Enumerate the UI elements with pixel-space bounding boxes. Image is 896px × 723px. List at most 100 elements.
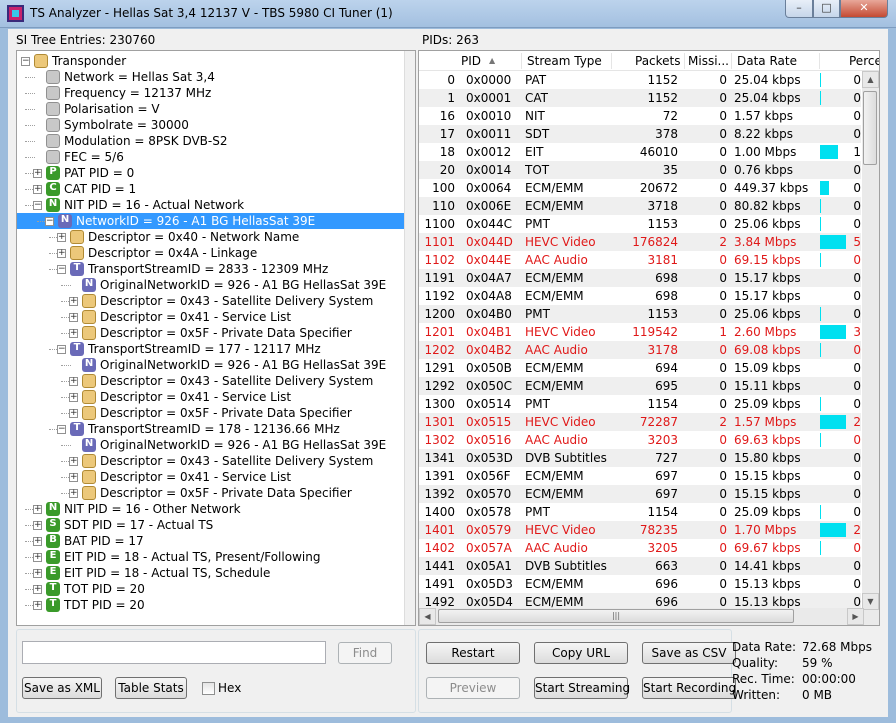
pid-row[interactable]: 1292 0x050C ECM/EMM 695 0 15.11 kbps 0: [419, 377, 861, 395]
tree-node[interactable]: + Descriptor = 0x40 - Network Name: [17, 229, 405, 245]
pid-row[interactable]: 1302 0x0516 AAC Audio 3203 0 69.63 kbps 0: [419, 431, 861, 449]
si-tree[interactable]: − Transponder Network = Hellas Sat 3,4 Freq…: [16, 50, 416, 626]
tree-node[interactable]: Frequency = 12137 MHz: [17, 85, 405, 101]
pid-row[interactable]: 1201 0x04B1 HEVC Video 119542 1 2.60 Mbps 3: [419, 323, 861, 341]
expand-icon[interactable]: +: [69, 393, 78, 402]
column-header-stream-type[interactable]: Stream Type: [527, 54, 602, 68]
expand-icon[interactable]: +: [69, 297, 78, 306]
tree-node[interactable]: − T TransportStreamID = 178 - 12136.66 MHz: [17, 421, 405, 437]
column-header-data-rate[interactable]: Data Rate: [737, 54, 797, 68]
start-streaming-button[interactable]: Start Streaming: [534, 677, 630, 699]
tree-node[interactable]: Polarisation = V: [17, 101, 405, 117]
tree-node[interactable]: − N NIT PID = 16 - Actual Network: [17, 197, 405, 213]
tree-node[interactable]: + Descriptor = 0x5F - Private Data Specif…: [17, 325, 405, 341]
pid-row[interactable]: 110 0x006E ECM/EMM 3718 0 80.82 kbps 0: [419, 197, 861, 215]
pid-row[interactable]: 1441 0x05A1 DVB Subtitles 663 0 14.41 kbps 0: [419, 557, 861, 575]
pid-row[interactable]: 1401 0x0579 HEVC Video 78235 0 1.70 Mbps 2: [419, 521, 861, 539]
tree-node[interactable]: − T TransportStreamID = 177 - 12117 MHz: [17, 341, 405, 357]
tree-node[interactable]: − T TransportStreamID = 2833 - 12309 MHz: [17, 261, 405, 277]
tree-node[interactable]: + Descriptor = 0x43 - Satellite Delivery …: [17, 453, 405, 469]
collapse-icon[interactable]: −: [57, 265, 66, 274]
table-stats-button[interactable]: Table Stats: [115, 677, 187, 699]
expand-icon[interactable]: +: [33, 569, 42, 578]
preview-button[interactable]: Preview: [426, 677, 520, 699]
tree-node[interactable]: N OriginalNetworkID = 926 - A1 BG HellasS…: [17, 437, 405, 453]
pid-row[interactable]: 1 0x0001 CAT 1152 0 25.04 kbps 0: [419, 89, 861, 107]
start-recording-button[interactable]: Start Recording: [642, 677, 736, 699]
tree-node[interactable]: + Descriptor = 0x4A - Linkage: [17, 245, 405, 261]
column-header-pid[interactable]: PID: [461, 54, 481, 68]
expand-icon[interactable]: +: [33, 601, 42, 610]
pid-row[interactable]: 1392 0x0570 ECM/EMM 697 0 15.15 kbps 0: [419, 485, 861, 503]
maximize-button[interactable]: □: [813, 0, 840, 18]
find-button[interactable]: Find: [338, 642, 392, 664]
copy-url-button[interactable]: Copy URL: [534, 642, 628, 664]
expand-icon[interactable]: +: [69, 329, 78, 338]
collapse-icon[interactable]: −: [57, 345, 66, 354]
column-header-packets[interactable]: Packets: [635, 54, 681, 68]
pid-row[interactable]: 1341 0x053D DVB Subtitles 727 0 15.80 kbps 0: [419, 449, 861, 467]
collapse-icon[interactable]: −: [33, 201, 42, 210]
expand-icon[interactable]: +: [69, 313, 78, 322]
scroll-down-arrow-icon[interactable]: ▼: [862, 593, 879, 610]
pid-row[interactable]: 1200 0x04B0 PMT 1153 0 25.06 kbps 0: [419, 305, 861, 323]
tree-node[interactable]: + S SDT PID = 17 - Actual TS: [17, 517, 405, 533]
collapse-icon[interactable]: −: [45, 217, 54, 226]
pid-row[interactable]: 1291 0x050B ECM/EMM 694 0 15.09 kbps 0: [419, 359, 861, 377]
expand-icon[interactable]: +: [33, 185, 42, 194]
pid-row[interactable]: 18 0x0012 EIT 46010 0 1.00 Mbps 1: [419, 143, 861, 161]
scroll-up-arrow-icon[interactable]: ▲: [862, 71, 879, 88]
expand-icon[interactable]: +: [57, 249, 66, 258]
tree-node[interactable]: + Descriptor = 0x41 - Service List: [17, 389, 405, 405]
tree-node[interactable]: − Transponder: [17, 53, 405, 69]
close-button[interactable]: ✕: [840, 0, 888, 18]
tree-node[interactable]: + Descriptor = 0x5F - Private Data Specif…: [17, 485, 405, 501]
title-bar[interactable]: TS Analyzer - Hellas Sat 3,4 12137 V - T…: [0, 0, 896, 28]
pid-table-hscrollbar[interactable]: ◀ ||| ▶: [419, 608, 864, 625]
tree-node[interactable]: + E EIT PID = 18 - Actual TS, Present/Foll…: [17, 549, 405, 565]
save-as-csv-button[interactable]: Save as CSV: [642, 642, 736, 664]
column-header-missing[interactable]: Missi...: [688, 54, 729, 68]
pid-row[interactable]: 17 0x0011 SDT 378 0 8.22 kbps 0: [419, 125, 861, 143]
pid-row[interactable]: 1491 0x05D3 ECM/EMM 696 0 15.13 kbps 0: [419, 575, 861, 593]
vscroll-thumb[interactable]: [863, 91, 877, 165]
tree-node[interactable]: − N NetworkID = 926 - A1 BG HellasSat 39E: [17, 213, 405, 229]
collapse-icon[interactable]: −: [57, 425, 66, 434]
column-header-percent[interactable]: Perce: [849, 54, 879, 68]
tree-node[interactable]: + P PAT PID = 0: [17, 165, 405, 181]
pid-row[interactable]: 0 0x0000 PAT 1152 0 25.04 kbps 0: [419, 71, 861, 89]
expand-icon[interactable]: +: [69, 489, 78, 498]
expand-icon[interactable]: +: [33, 505, 42, 514]
pid-row[interactable]: 1402 0x057A AAC Audio 3205 0 69.67 kbps 0: [419, 539, 861, 557]
hex-checkbox[interactable]: [202, 682, 215, 695]
tree-node[interactable]: + Descriptor = 0x43 - Satellite Delivery …: [17, 293, 405, 309]
tree-node[interactable]: N OriginalNetworkID = 926 - A1 BG HellasS…: [17, 277, 405, 293]
pid-row[interactable]: 100 0x0064 ECM/EMM 20672 0 449.37 kbps 0: [419, 179, 861, 197]
collapse-icon[interactable]: −: [21, 57, 30, 66]
pid-row[interactable]: 1100 0x044C PMT 1153 0 25.06 kbps 0: [419, 215, 861, 233]
tree-node[interactable]: + Descriptor = 0x43 - Satellite Delivery …: [17, 373, 405, 389]
scroll-left-arrow-icon[interactable]: ◀: [419, 608, 436, 625]
tree-node[interactable]: FEC = 5/6: [17, 149, 405, 165]
tree-node[interactable]: + Descriptor = 0x41 - Service List: [17, 309, 405, 325]
minimize-button[interactable]: –: [785, 0, 813, 18]
expand-icon[interactable]: +: [69, 457, 78, 466]
expand-icon[interactable]: +: [33, 553, 42, 562]
tree-node[interactable]: + T TDT PID = 20: [17, 597, 405, 613]
tree-node[interactable]: Network = Hellas Sat 3,4: [17, 69, 405, 85]
expand-icon[interactable]: +: [57, 233, 66, 242]
save-as-xml-button[interactable]: Save as XML: [22, 677, 102, 699]
tree-node[interactable]: + B BAT PID = 17: [17, 533, 405, 549]
tree-node[interactable]: + C CAT PID = 1: [17, 181, 405, 197]
pid-table[interactable]: PID ▲ Stream Type Packets Missi... Data …: [418, 50, 880, 626]
expand-icon[interactable]: +: [69, 377, 78, 386]
expand-icon[interactable]: +: [69, 409, 78, 418]
expand-icon[interactable]: +: [33, 169, 42, 178]
tree-node[interactable]: Symbolrate = 30000: [17, 117, 405, 133]
pid-row[interactable]: 1202 0x04B2 AAC Audio 3178 0 69.08 kbps 0: [419, 341, 861, 359]
expand-icon[interactable]: +: [33, 521, 42, 530]
pid-row[interactable]: 1102 0x044E AAC Audio 3181 0 69.15 kbps 0: [419, 251, 861, 269]
scroll-right-arrow-icon[interactable]: ▶: [847, 608, 864, 625]
expand-icon[interactable]: +: [33, 585, 42, 594]
pid-row[interactable]: 1400 0x0578 PMT 1154 0 25.09 kbps 0: [419, 503, 861, 521]
